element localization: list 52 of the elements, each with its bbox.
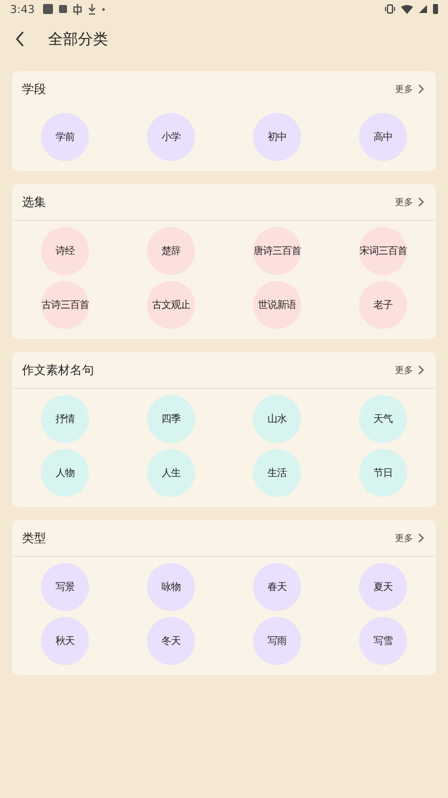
category-chip[interactable]: 抒情 — [41, 395, 89, 443]
back-icon[interactable] — [14, 31, 26, 47]
category-chip[interactable]: 写雨 — [253, 617, 301, 665]
category-chip[interactable]: 诗经 — [41, 227, 89, 275]
category-chip[interactable]: 小学 — [147, 113, 195, 161]
category-chip[interactable]: 老子 — [359, 281, 407, 329]
more-link[interactable]: 更多 — [395, 364, 424, 376]
square-icon — [58, 5, 67, 13]
category-chip[interactable]: 天气 — [359, 395, 407, 443]
page-title: 全部分类 — [48, 30, 108, 48]
category-chip[interactable]: 人生 — [147, 449, 195, 497]
category-chip[interactable]: 秋天 — [41, 617, 89, 665]
category-chip[interactable]: 冬天 — [147, 617, 195, 665]
category-chip[interactable]: 写景 — [41, 563, 89, 611]
category-chip[interactable]: 学前 — [41, 113, 89, 161]
chevron-right-icon — [418, 533, 424, 543]
section-title: 学段 — [22, 80, 46, 98]
signal-icon — [419, 5, 427, 13]
category-chip[interactable]: 初中 — [253, 113, 301, 161]
category-chip[interactable]: 世说新语 — [253, 281, 301, 329]
battery-icon — [433, 4, 438, 14]
category-chip[interactable]: 古文观止 — [147, 281, 195, 329]
category-chip[interactable]: 古诗三百首 — [41, 281, 89, 329]
more-link[interactable]: 更多 — [395, 196, 424, 208]
category-chip[interactable]: 四季 — [147, 395, 195, 443]
category-chip[interactable]: 楚辞 — [147, 227, 195, 275]
category-chip[interactable]: 节日 — [359, 449, 407, 497]
category-chip[interactable]: 唐诗三百首 — [253, 227, 301, 275]
category-chip[interactable]: 咏物 — [147, 563, 195, 611]
category-chip[interactable]: 夏天 — [359, 563, 407, 611]
more-link[interactable]: 更多 — [395, 82, 424, 96]
section-title: 类型 — [22, 530, 46, 546]
dot-icon — [102, 8, 105, 10]
category-chip[interactable]: 春天 — [253, 563, 301, 611]
chevron-right-icon — [418, 84, 424, 94]
vibrate-icon — [385, 4, 395, 14]
more-link[interactable]: 更多 — [395, 532, 424, 544]
section-title: 作文素材名句 — [22, 362, 94, 378]
category-chip[interactable]: 人物 — [41, 449, 89, 497]
wifi-icon — [401, 4, 413, 14]
chevron-right-icon — [418, 365, 424, 375]
category-chip[interactable]: 写雪 — [359, 617, 407, 665]
section-title: 选集 — [22, 194, 46, 210]
download-icon — [88, 4, 96, 14]
category-chip[interactable]: 宋词三百首 — [359, 227, 407, 275]
input-method-icon — [72, 4, 82, 14]
category-chip[interactable]: 高中 — [359, 113, 407, 161]
chevron-right-icon — [418, 197, 424, 207]
square-icon — [42, 4, 53, 14]
category-chip[interactable]: 生活 — [253, 449, 301, 497]
status-time: 3:43 — [10, 2, 35, 16]
category-chip[interactable]: 山水 — [253, 395, 301, 443]
